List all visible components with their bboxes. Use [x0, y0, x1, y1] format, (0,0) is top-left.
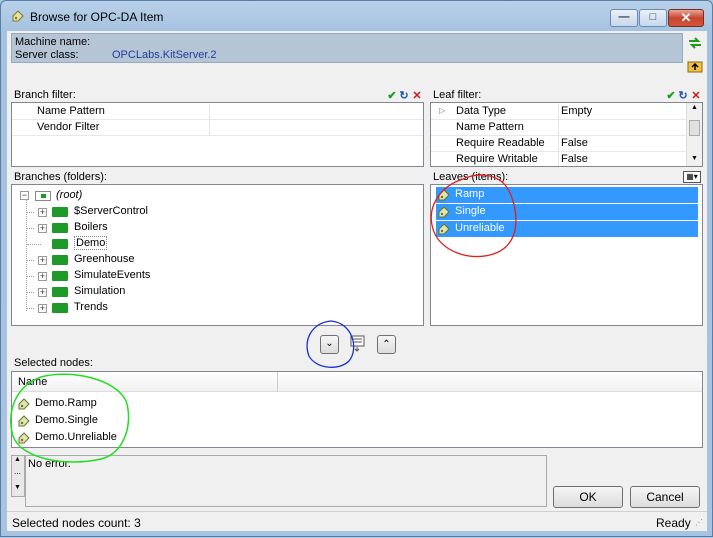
browse-dialog: Browse for OPC-DA Item — □ ✕ Machine nam… — [0, 0, 713, 537]
red-circle-annotation — [430, 174, 517, 258]
blue-circle-annotation — [306, 320, 355, 368]
annotation-overlay — [10, 174, 517, 463]
green-circle-annotation — [10, 373, 130, 463]
